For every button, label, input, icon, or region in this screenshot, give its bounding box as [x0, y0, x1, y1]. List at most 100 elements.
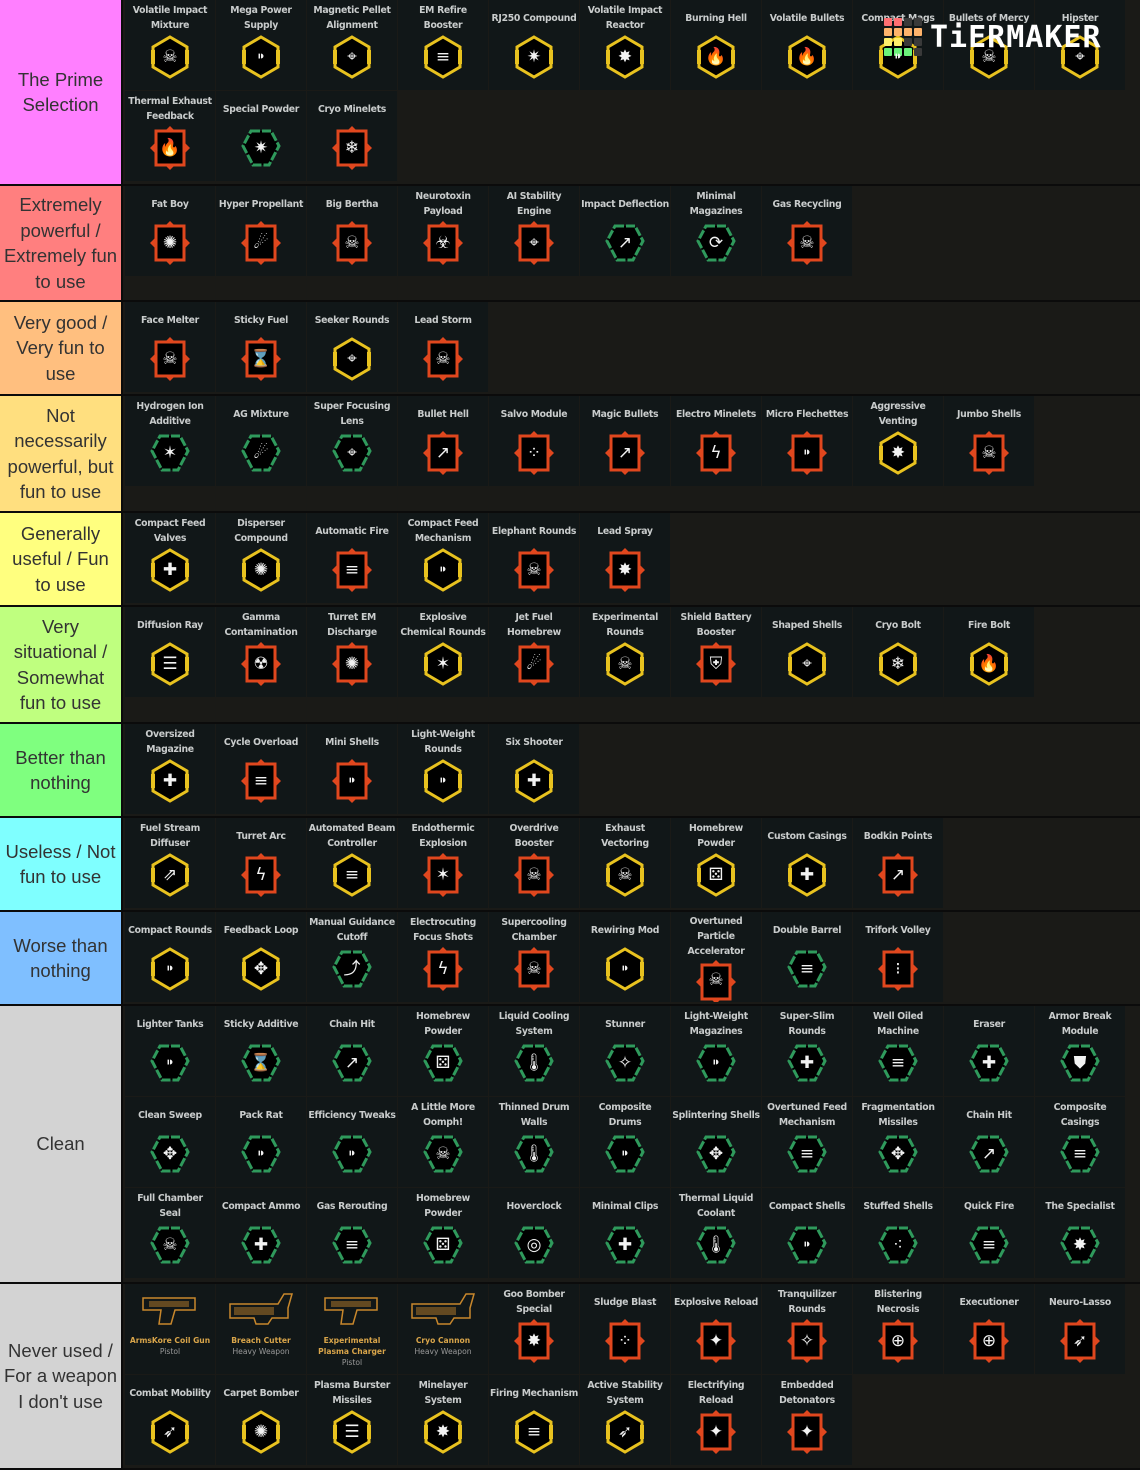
tier-item-plasma-burster-missiles[interactable]: Plasma Burster Missiles ☰ — [307, 1375, 397, 1465]
tier-item-thermal-liquid-coolant[interactable]: Thermal Liquid Coolant 🌡 — [671, 1188, 761, 1278]
tier-item-full-chamber-seal[interactable]: Full Chamber Seal ☠ — [125, 1188, 215, 1278]
tier-item-homebrew-powder[interactable]: Homebrew Powder ⚄ — [398, 1006, 488, 1096]
tier-item-super-focusing-lens[interactable]: Super Focusing Lens ⌖ — [307, 396, 397, 486]
tier-item-tranquilizer-rounds[interactable]: Tranquilizer Rounds ✧ — [762, 1284, 852, 1374]
tier-label[interactable]: Worse than nothing — [0, 912, 123, 1004]
tier-item-aggressive-venting[interactable]: Aggressive Venting ✸ — [853, 396, 943, 486]
tier-item-volatile-impact-reactor[interactable]: Volatile Impact Reactor ✸ — [580, 0, 670, 90]
tier-item-homebrew-powder[interactable]: Homebrew Powder ⚄ — [671, 818, 761, 908]
tier-item-automatic-fire[interactable]: Automatic Fire ≡ — [307, 513, 397, 603]
tier-item-rj250-compound[interactable]: RJ250 Compound ✷ — [489, 0, 579, 90]
tier-label[interactable]: Extremely powerful / Extremely fun to us… — [0, 186, 123, 300]
tier-item-ag-mixture[interactable]: AG Mixture ☄ — [216, 396, 306, 486]
tier-item-fuel-stream-diffuser[interactable]: Fuel Stream Diffuser ⇗ — [125, 818, 215, 908]
tier-item-a-little-more-oomph[interactable]: A Little More Oomph! ☠ — [398, 1097, 488, 1187]
tier-item-super-slim-rounds[interactable]: Super-Slim Rounds ✚ — [762, 1006, 852, 1096]
tier-item-trifork-volley[interactable]: Trifork Volley ⁝ — [853, 912, 943, 1002]
tier-item-disperser-compound[interactable]: Disperser Compound ✺ — [216, 513, 306, 603]
tier-item-overdrive-booster[interactable]: Overdrive Booster ☠ — [489, 818, 579, 908]
tier-item-compact-shells[interactable]: Compact Shells ⁍ — [762, 1188, 852, 1278]
tier-item-special-powder[interactable]: Special Powder ✷ — [216, 91, 306, 181]
tier-item-composite-casings[interactable]: Composite Casings ≡ — [1035, 1097, 1125, 1187]
tier-item-automated-beam-controller[interactable]: Automated Beam Controller ≡ — [307, 818, 397, 908]
tier-item-feedback-loop[interactable]: Feedback Loop ✥ — [216, 912, 306, 1002]
tier-item-ai-stability-engine[interactable]: AI Stability Engine ⌖ — [489, 186, 579, 276]
tier-item-oversized-magazine[interactable]: Oversized Magazine ✚ — [125, 724, 215, 814]
tier-item-breach-cutter[interactable]: Breach Cutter Heavy Weapon — [216, 1284, 306, 1374]
tier-label[interactable]: The Prime Selection — [0, 0, 123, 184]
tier-item-compact-feed-mechanism[interactable]: Compact Feed Mechanism ⁍ — [398, 513, 488, 603]
tier-item-executioner[interactable]: Executioner ⊕ — [944, 1284, 1034, 1374]
tier-item-burning-hell[interactable]: Burning Hell 🔥 — [671, 0, 761, 90]
tier-item-gamma-contamination[interactable]: Gamma Contamination ☢ — [216, 607, 306, 697]
tier-item-active-stability-system[interactable]: Active Stability System ➶ — [580, 1375, 670, 1465]
tier-item-volatile-bullets[interactable]: Volatile Bullets 🔥 — [762, 0, 852, 90]
tier-item-overtuned-feed-mechanism[interactable]: Overtuned Feed Mechanism ≡ — [762, 1097, 852, 1187]
tier-item-em-refire-booster[interactable]: EM Refire Booster ≡ — [398, 0, 488, 90]
tier-item-compact-feed-valves[interactable]: Compact Feed Valves ✚ — [125, 513, 215, 603]
tier-label[interactable]: Useless / Not fun to use — [0, 818, 123, 910]
tier-item-experimental-rounds[interactable]: Experimental Rounds ☠ — [580, 607, 670, 697]
tier-item-overtuned-particle-accelerator[interactable]: Overtuned Particle Accelerator ☠ — [671, 912, 761, 1002]
tier-item-explosive-chemical-rounds[interactable]: Explosive Chemical Rounds ✶ — [398, 607, 488, 697]
tier-item-electro-minelets[interactable]: Electro Minelets ϟ — [671, 396, 761, 486]
tier-item-micro-flechettes[interactable]: Micro Flechettes ⁍ — [762, 396, 852, 486]
tier-item-gas-recycling[interactable]: Gas Recycling ☠ — [762, 186, 852, 276]
tier-item-turret-em-discharge[interactable]: Turret EM Discharge ✺ — [307, 607, 397, 697]
tier-item-big-bertha[interactable]: Big Bertha ☠ — [307, 186, 397, 276]
tier-item-clean-sweep[interactable]: Clean Sweep ✥ — [125, 1097, 215, 1187]
tier-item-homebrew-powder[interactable]: Homebrew Powder ⚄ — [398, 1188, 488, 1278]
tier-item-cryo-minelets[interactable]: Cryo Minelets ❄ — [307, 91, 397, 181]
tier-item-jet-fuel-homebrew[interactable]: Jet Fuel Homebrew ☄ — [489, 607, 579, 697]
tier-item-seeker-rounds[interactable]: Seeker Rounds ⌖ — [307, 302, 397, 392]
tier-label[interactable]: Very situational / Somewhat fun to use — [0, 607, 123, 722]
tier-item-experimental-plasma-charger[interactable]: Experimental Plasma Charger Pistol — [307, 1284, 397, 1374]
tier-item-stuffed-shells[interactable]: Stuffed Shells ⁖ — [853, 1188, 943, 1278]
tier-item-electrocuting-focus-shots[interactable]: Electrocuting Focus Shots ϟ — [398, 912, 488, 1002]
tier-item-volatile-impact-mixture[interactable]: Volatile Impact Mixture ☠ — [125, 0, 215, 90]
tier-label[interactable]: Clean — [0, 1006, 123, 1282]
tier-item-bodkin-points[interactable]: Bodkin Points ↗ — [853, 818, 943, 908]
tier-item-hyper-propellant[interactable]: Hyper Propellant ☄ — [216, 186, 306, 276]
tier-item-embedded-detonators[interactable]: Embedded Detonators ✦ — [762, 1375, 852, 1465]
tier-item-sticky-additive[interactable]: Sticky Additive ⌛ — [216, 1006, 306, 1096]
tier-item-liquid-cooling-system[interactable]: Liquid Cooling System 🌡 — [489, 1006, 579, 1096]
tier-item-lead-storm[interactable]: Lead Storm ☠ — [398, 302, 488, 392]
tier-item-rewiring-mod[interactable]: Rewiring Mod ⁍ — [580, 912, 670, 1002]
tier-item-neuro-lasso[interactable]: Neuro-Lasso ➶ — [1035, 1284, 1125, 1374]
tier-item-shaped-shells[interactable]: Shaped Shells ⌖ — [762, 607, 852, 697]
tier-item-turret-arc[interactable]: Turret Arc ϟ — [216, 818, 306, 908]
tier-item-fat-boy[interactable]: Fat Boy ✺ — [125, 186, 215, 276]
tier-item-cryo-cannon[interactable]: Cryo Cannon Heavy Weapon — [398, 1284, 488, 1374]
tier-item-carpet-bomber[interactable]: Carpet Bomber ✺ — [216, 1375, 306, 1465]
tier-item-pack-rat[interactable]: Pack Rat ⁍ — [216, 1097, 306, 1187]
tier-item-eraser[interactable]: Eraser ✚ — [944, 1006, 1034, 1096]
tier-item-minelayer-system[interactable]: Minelayer System ✸ — [398, 1375, 488, 1465]
tier-label[interactable]: Very good / Very fun to use — [0, 302, 123, 394]
tier-item-salvo-module[interactable]: Salvo Module ⁘ — [489, 396, 579, 486]
tier-item-shield-battery-booster[interactable]: Shield Battery Booster ⛨ — [671, 607, 761, 697]
tier-item-sludge-blast[interactable]: Sludge Blast ⁘ — [580, 1284, 670, 1374]
tier-label[interactable]: Better than nothing — [0, 724, 123, 816]
tier-item-impact-deflection[interactable]: Impact Deflection ↗ — [580, 186, 670, 276]
tier-item-compact-ammo[interactable]: Compact Ammo ✚ — [216, 1188, 306, 1278]
tier-item-cycle-overload[interactable]: Cycle Overload ≡ — [216, 724, 306, 814]
tier-item-lead-spray[interactable]: Lead Spray ✸ — [580, 513, 670, 603]
tier-item-mini-shells[interactable]: Mini Shells ⁍ — [307, 724, 397, 814]
tier-item-fire-bolt[interactable]: Fire Bolt 🔥 — [944, 607, 1034, 697]
tier-item-cryo-bolt[interactable]: Cryo Bolt ❄ — [853, 607, 943, 697]
tier-item-manual-guidance-cutoff[interactable]: Manual Guidance Cutoff ⤴ — [307, 912, 397, 1002]
tier-item-composite-drums[interactable]: Composite Drums ⁍ — [580, 1097, 670, 1187]
tier-item-magnetic-pellet-alignment[interactable]: Magnetic Pellet Alignment ⌖ — [307, 0, 397, 90]
tier-item-custom-casings[interactable]: Custom Casings ✚ — [762, 818, 852, 908]
tier-item-supercooling-chamber[interactable]: Supercooling Chamber ☠ — [489, 912, 579, 1002]
tier-item-jumbo-shells[interactable]: Jumbo Shells ☠ — [944, 396, 1034, 486]
tier-item-sticky-fuel[interactable]: Sticky Fuel ⌛ — [216, 302, 306, 392]
tier-item-elephant-rounds[interactable]: Elephant Rounds ☠ — [489, 513, 579, 603]
tier-label[interactable]: Never used / For a weapon I don't use — [0, 1284, 123, 1468]
tier-item-well-oiled-machine[interactable]: Well Oiled Machine ≡ — [853, 1006, 943, 1096]
tier-item-bullet-hell[interactable]: Bullet Hell ↗ — [398, 396, 488, 486]
tier-item-magic-bullets[interactable]: Magic Bullets ↗ — [580, 396, 670, 486]
tier-item-minimal-clips[interactable]: Minimal Clips ✚ — [580, 1188, 670, 1278]
tier-item-minimal-magazines[interactable]: Minimal Magazines ⟳ — [671, 186, 761, 276]
